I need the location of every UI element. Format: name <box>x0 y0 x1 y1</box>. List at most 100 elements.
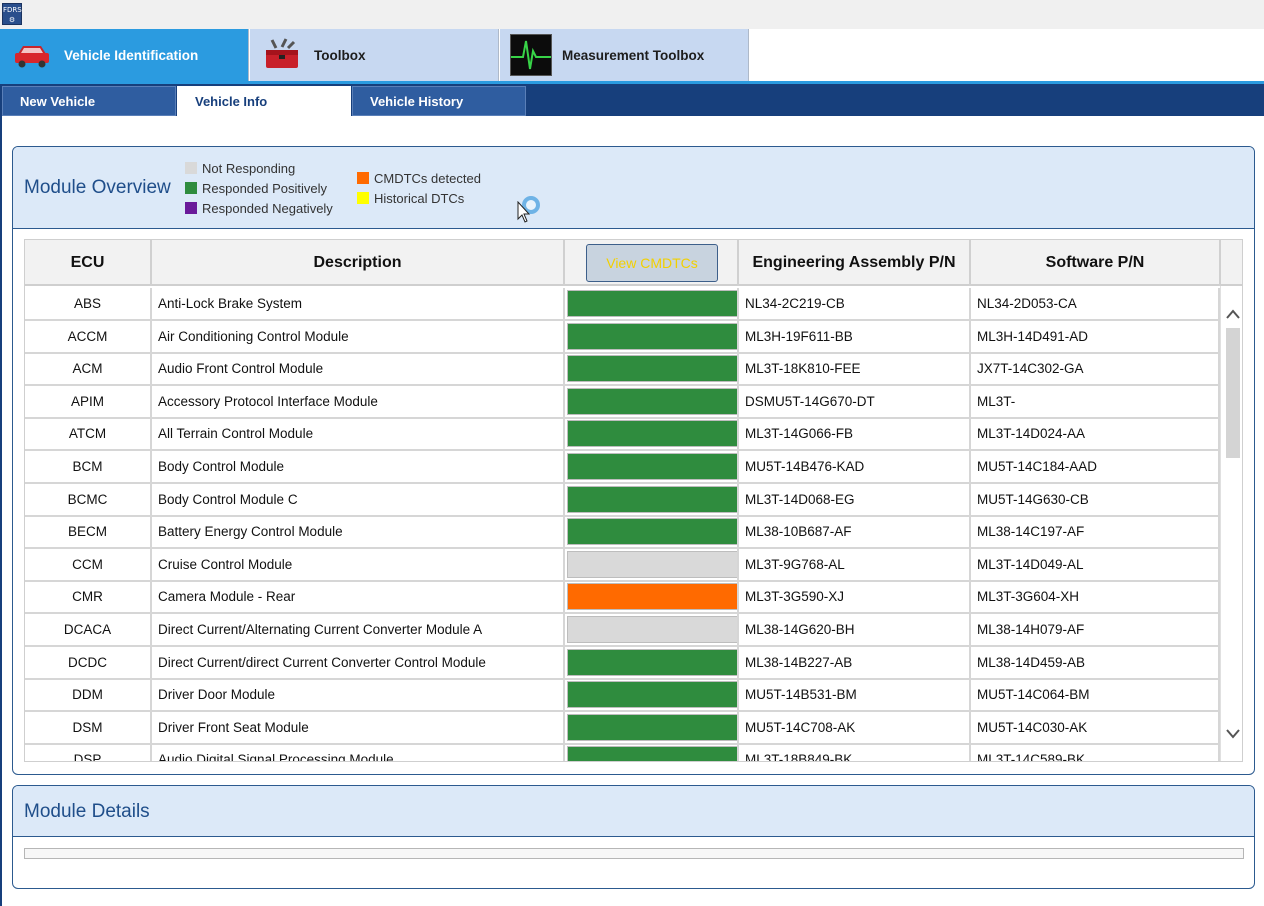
cell-description: Audio Front Control Module <box>152 353 565 385</box>
tab-toolbox[interactable]: Toolbox <box>250 29 499 81</box>
table-row[interactable]: ATCM All Terrain Control Module ML3T-14G06… <box>25 418 1220 452</box>
cell-status <box>565 418 739 450</box>
tab-vehicle-info[interactable]: Vehicle Info <box>177 86 351 116</box>
table-row[interactable]: CCM Cruise Control Module ML3T-9G768-AL ML3… <box>25 548 1220 582</box>
cell-engineering-pn: ML3T-9G768-AL <box>739 548 971 580</box>
mouse-cursor-icon <box>517 201 531 223</box>
cell-status <box>565 614 739 645</box>
legend-label: Not Responding <box>202 160 296 176</box>
table-row[interactable]: BECM Battery Energy Control Module ML38-10… <box>25 516 1220 550</box>
cell-software-pn: MU5T-14C064-BM <box>971 679 1220 711</box>
cell-software-pn: ML3H-14D491-AD <box>971 320 1220 352</box>
cell-status <box>565 581 739 613</box>
cell-software-pn: ML3T-14D024-AA <box>971 418 1220 450</box>
cell-software-pn: ML38-14D459-AB <box>971 646 1220 678</box>
table-row[interactable]: DDM Driver Door Module MU5T-14B531-BM MU5T-… <box>25 679 1220 713</box>
status-indicator <box>567 453 737 480</box>
table-row[interactable]: BCM Body Control Module MU5T-14B476-KAD MU5… <box>25 451 1220 484</box>
cell-engineering-pn: ML3T-18B849-BK <box>739 744 971 761</box>
tab-label: Vehicle History <box>370 93 464 109</box>
cell-ecu: DCACA <box>25 614 152 645</box>
cell-ecu: DSM <box>25 711 152 743</box>
cell-description: Battery Energy Control Module <box>152 516 565 548</box>
table-row[interactable]: DSM Driver Front Seat Module MU5T-14C708-A… <box>25 711 1220 745</box>
table-row[interactable]: CMR Camera Module - Rear ML3T-3G590-XJ ML3T… <box>25 581 1220 615</box>
tab-label: Vehicle Identification <box>64 47 199 63</box>
cell-software-pn: ML3T-14C589-BK <box>971 744 1220 761</box>
column-header-description[interactable]: Description <box>152 240 565 286</box>
module-overview-header: Module Overview Not Responding Responded… <box>13 147 1254 229</box>
cell-engineering-pn: DSMU5T-14G670-DT <box>739 385 971 417</box>
cell-engineering-pn: ML38-14G620-BH <box>739 614 971 645</box>
vertical-scrollbar[interactable] <box>1220 286 1242 761</box>
cell-engineering-pn: MU5T-14B476-KAD <box>739 451 971 482</box>
status-indicator <box>567 616 737 643</box>
oscilloscope-icon <box>510 34 552 76</box>
cell-status <box>565 483 739 515</box>
table-row[interactable]: DCDC Direct Current/direct Current Conver… <box>25 646 1220 680</box>
status-indicator <box>567 290 737 317</box>
legend-status: Not Responding Responded Positively Resp… <box>185 158 333 218</box>
cell-software-pn: ML3T-3G604-XH <box>971 581 1220 613</box>
legend-swatch <box>357 192 369 204</box>
legend-label: CMDTCs detected <box>374 170 481 186</box>
cell-status <box>565 744 739 761</box>
column-header-engineering-pn[interactable]: Engineering Assembly P/N <box>739 240 971 286</box>
cell-ecu: BCMC <box>25 483 152 515</box>
tab-vehicle-history[interactable]: Vehicle History <box>352 86 526 116</box>
status-indicator <box>567 648 737 676</box>
scrollbar-thumb[interactable] <box>1226 328 1240 458</box>
toolbox-icon <box>260 35 304 75</box>
legend-item-not-responding: Not Responding <box>185 158 333 178</box>
table-row[interactable]: ACM Audio Front Control Module ML3T-18K810… <box>25 353 1220 387</box>
status-indicator <box>567 420 737 448</box>
legend-item-responded-negatively: Responded Negatively <box>185 198 333 218</box>
cell-ecu: DDM <box>25 679 152 711</box>
cell-description: Anti-Lock Brake System <box>152 288 565 319</box>
status-indicator <box>567 550 737 578</box>
tab-vehicle-identification[interactable]: Vehicle Identification <box>0 29 249 81</box>
legend-swatch <box>185 182 197 194</box>
cell-status <box>565 679 739 711</box>
cell-engineering-pn: MU5T-14B531-BM <box>739 679 971 711</box>
cell-status <box>565 385 739 417</box>
status-indicator <box>567 746 737 761</box>
scroll-down-arrow-icon[interactable] <box>1221 724 1242 744</box>
cell-software-pn: NL34-2D053-CA <box>971 288 1220 319</box>
view-cmdtcs-button[interactable]: View CMDTCs <box>586 244 718 282</box>
cell-status <box>565 451 739 482</box>
cell-software-pn: ML3T- <box>971 385 1220 417</box>
legend-label: Responded Positively <box>202 180 328 196</box>
table-row[interactable]: BCMC Body Control Module C ML3T-14D068-EG M… <box>25 483 1220 517</box>
cell-status <box>565 320 739 352</box>
table-row[interactable]: ABS Anti-Lock Brake System NL34-2C219-CB NL… <box>25 288 1220 321</box>
cell-ecu: ACCM <box>25 320 152 352</box>
cell-software-pn: JX7T-14C302-GA <box>971 353 1220 385</box>
cell-description: Cruise Control Module <box>152 548 565 580</box>
title-bar: FDRS ⚙ <box>0 0 1264 29</box>
cell-engineering-pn: ML38-10B687-AF <box>739 516 971 548</box>
cell-description: Audio Digital Signal Processing Module <box>152 744 565 761</box>
column-header-software-pn[interactable]: Software P/N <box>971 240 1221 286</box>
cell-ecu: DCDC <box>25 646 152 678</box>
tab-label: New Vehicle <box>20 93 96 109</box>
cell-description: Body Control Module C <box>152 483 565 515</box>
legend-label: Responded Negatively <box>202 200 333 216</box>
cell-engineering-pn: NL34-2C219-CB <box>739 288 971 319</box>
tab-measurement-toolbox[interactable]: Measurement Toolbox <box>500 29 749 81</box>
column-header-ecu[interactable]: ECU <box>25 240 152 286</box>
table-row[interactable]: ACCM Air Conditioning Control Module ML3H-… <box>25 320 1220 354</box>
app-logo-text: FDRS <box>3 6 22 14</box>
table-row[interactable]: APIM Accessory Protocol Interface Module D… <box>25 385 1220 419</box>
sub-tab-strip: New Vehicle Vehicle Info Vehicle History <box>0 84 1264 116</box>
module-details-panel: Module Details <box>12 785 1255 889</box>
cell-ecu: DSP <box>25 744 152 761</box>
table-row[interactable]: DSP Audio Digital Signal Processing Modul… <box>25 744 1220 761</box>
cell-ecu: CCM <box>25 548 152 580</box>
scroll-up-arrow-icon[interactable] <box>1221 304 1242 324</box>
cell-software-pn: MU5T-14C030-AK <box>971 711 1220 743</box>
module-overview-title: Module Overview <box>24 177 171 198</box>
cell-description: Accessory Protocol Interface Module <box>152 385 565 417</box>
table-row[interactable]: DCACA Direct Current/Alternating Current … <box>25 614 1220 647</box>
tab-new-vehicle[interactable]: New Vehicle <box>2 86 176 116</box>
